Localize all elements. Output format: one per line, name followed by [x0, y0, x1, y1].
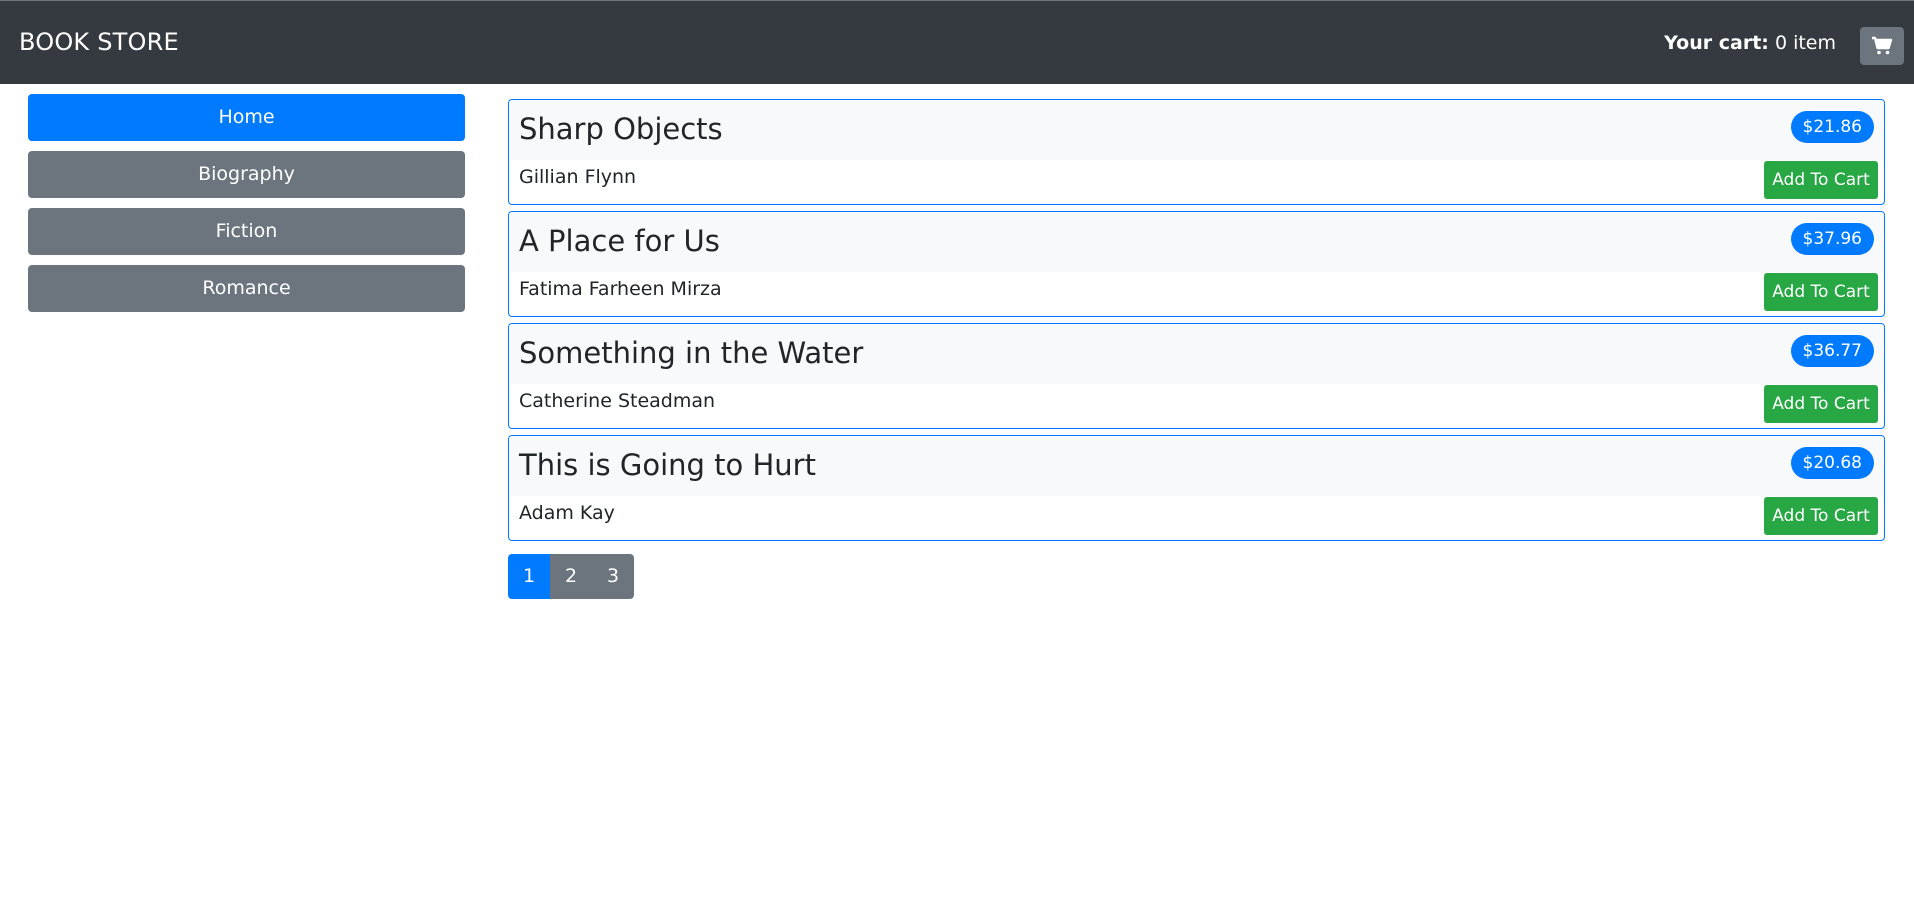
- book-card: This is Going to Hurt $20.68 Adam Kay Ad…: [508, 435, 1885, 541]
- book-list: Sharp Objects $21.86 Gillian Flynn Add T…: [508, 99, 1885, 547]
- page-1-button[interactable]: 1: [508, 554, 550, 599]
- top-navbar: BOOK STORE Your cart: 0 item: [0, 0, 1914, 84]
- price-badge: $21.86: [1790, 111, 1874, 143]
- book-card: Sharp Objects $21.86 Gillian Flynn Add T…: [508, 99, 1885, 205]
- page-3-button[interactable]: 3: [592, 554, 634, 599]
- price-badge: $20.68: [1790, 447, 1874, 479]
- cart-summary: Your cart: 0 item: [1664, 32, 1836, 54]
- book-title: A Place for Us: [519, 224, 720, 258]
- book-card-header: Something in the Water $36.77: [509, 324, 1884, 384]
- shopping-cart-icon: [1872, 36, 1893, 55]
- book-title: Sharp Objects: [519, 112, 723, 146]
- book-title: This is Going to Hurt: [519, 448, 816, 482]
- cart-button[interactable]: [1860, 27, 1904, 65]
- book-card-header: A Place for Us $37.96: [509, 212, 1884, 272]
- brand-title[interactable]: BOOK STORE: [19, 28, 179, 56]
- price-badge: $37.96: [1790, 223, 1874, 255]
- book-author: Gillian Flynn: [519, 166, 637, 188]
- book-card-header: Sharp Objects $21.86: [509, 100, 1884, 160]
- category-sidebar: Home Biography Fiction Romance: [28, 94, 465, 322]
- book-author: Fatima Farheen Mirza: [519, 278, 722, 300]
- book-author: Adam Kay: [519, 502, 615, 524]
- book-title: Something in the Water: [519, 336, 864, 370]
- category-biography-button[interactable]: Biography: [28, 151, 465, 198]
- book-author: Catherine Steadman: [519, 390, 716, 412]
- price-badge: $36.77: [1790, 335, 1874, 367]
- add-to-cart-button[interactable]: Add To Cart: [1764, 497, 1878, 535]
- book-card: Something in the Water $36.77 Catherine …: [508, 323, 1885, 429]
- cart-label: Your cart:: [1664, 32, 1769, 54]
- book-card-header: This is Going to Hurt $20.68: [509, 436, 1884, 496]
- page-2-button[interactable]: 2: [550, 554, 592, 599]
- book-card: A Place for Us $37.96 Fatima Farheen Mir…: [508, 211, 1885, 317]
- add-to-cart-button[interactable]: Add To Cart: [1764, 385, 1878, 423]
- category-home-button[interactable]: Home: [28, 94, 465, 141]
- add-to-cart-button[interactable]: Add To Cart: [1764, 161, 1878, 199]
- cart-count: 0 item: [1774, 32, 1836, 54]
- add-to-cart-button[interactable]: Add To Cart: [1764, 273, 1878, 311]
- category-fiction-button[interactable]: Fiction: [28, 208, 465, 255]
- category-romance-button[interactable]: Romance: [28, 265, 465, 312]
- pagination: 1 2 3: [508, 554, 634, 599]
